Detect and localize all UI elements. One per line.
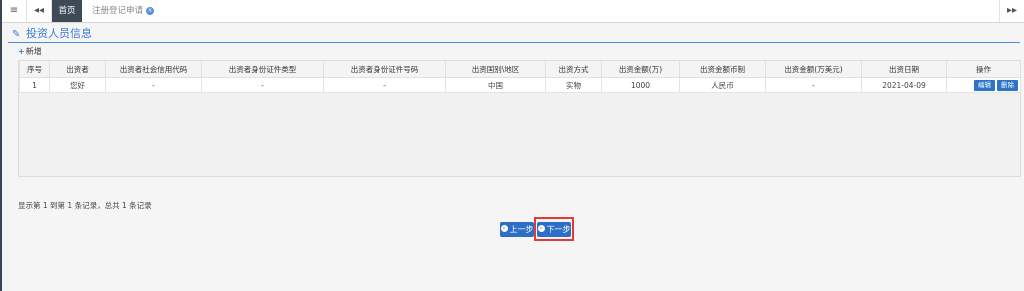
scroll-left-icon[interactable]: ◂◂ bbox=[27, 0, 52, 22]
table-cell: 2021-04-09 bbox=[861, 77, 947, 93]
section-divider bbox=[8, 42, 1020, 43]
arrow-circle-icon: › bbox=[500, 225, 508, 232]
tab-registration[interactable]: 注册登记申请 × bbox=[86, 0, 160, 22]
column-header: 出资金额币制 bbox=[679, 61, 766, 78]
table-header-row: 序号 出资者 出资者社会信用代码 出资者身份证件类型 出资者身份证件号码 出资国… bbox=[19, 61, 1021, 78]
table-cell: 您好 bbox=[49, 77, 106, 93]
investor-table: 序号 出资者 出资者社会信用代码 出资者身份证件类型 出资者身份证件号码 出资国… bbox=[18, 60, 1021, 177]
menu-icon[interactable]: ≡ bbox=[2, 0, 27, 22]
column-header: 出资者身份证件类型 bbox=[201, 61, 324, 78]
edit-icon: ✎ bbox=[12, 29, 21, 40]
table-cell: - bbox=[201, 77, 324, 93]
table-cell: - bbox=[105, 77, 202, 93]
scroll-right-icon[interactable]: ▸▸ bbox=[999, 0, 1024, 22]
left-rail bbox=[0, 0, 2, 291]
pagination-summary: 显示第 1 到第 1 条记录，总共 1 条记录 bbox=[18, 201, 152, 210]
delete-button[interactable]: 删除 bbox=[997, 79, 1018, 91]
plus-icon: + bbox=[18, 47, 25, 56]
previous-step-button[interactable]: › 上一步 bbox=[500, 222, 534, 237]
tab-registration-label: 注册登记申请 bbox=[92, 6, 144, 16]
column-header: 出资者身份证件号码 bbox=[323, 61, 446, 78]
table-cell: 1 bbox=[19, 77, 50, 93]
table-cell: 实物 bbox=[545, 77, 602, 93]
column-header: 出资者 bbox=[49, 61, 106, 78]
highlight-box bbox=[534, 217, 574, 241]
column-header: 出资金额(万) bbox=[601, 61, 680, 78]
section-title-text: 投资人员信息 bbox=[26, 27, 92, 40]
column-header: 出资金额(万美元) bbox=[765, 61, 862, 78]
actions-cell: 编辑 删除 bbox=[946, 77, 1021, 93]
add-button-label: 新增 bbox=[25, 47, 42, 56]
close-icon[interactable]: × bbox=[146, 6, 155, 15]
column-header: 出资者社会信用代码 bbox=[105, 61, 202, 78]
table-cell: 1000 bbox=[601, 77, 680, 93]
add-button[interactable]: +新增 bbox=[18, 47, 42, 57]
section-title: ✎ 投资人员信息 bbox=[12, 27, 92, 42]
edit-button[interactable]: 编辑 bbox=[974, 79, 995, 91]
column-header: 出资方式 bbox=[545, 61, 602, 78]
column-header: 出资日期 bbox=[861, 61, 947, 78]
table-row: 1 您好 - - - 中国 实物 1000 人民币 - 2021-04-09 编… bbox=[19, 77, 1021, 93]
column-header: 出资国别\地区 bbox=[445, 61, 546, 78]
previous-step-label: 上一步 bbox=[509, 225, 534, 234]
table-cell: - bbox=[323, 77, 446, 93]
table-cell: 人民币 bbox=[679, 77, 766, 93]
table-cell: 中国 bbox=[445, 77, 546, 93]
column-header: 操作 bbox=[946, 61, 1021, 78]
tab-bar: ≡ ◂◂ 首页 注册登记申请 × ▸▸ bbox=[2, 0, 1024, 23]
table-cell: - bbox=[765, 77, 862, 93]
column-header: 序号 bbox=[19, 61, 50, 78]
tab-home[interactable]: 首页 bbox=[52, 0, 82, 22]
